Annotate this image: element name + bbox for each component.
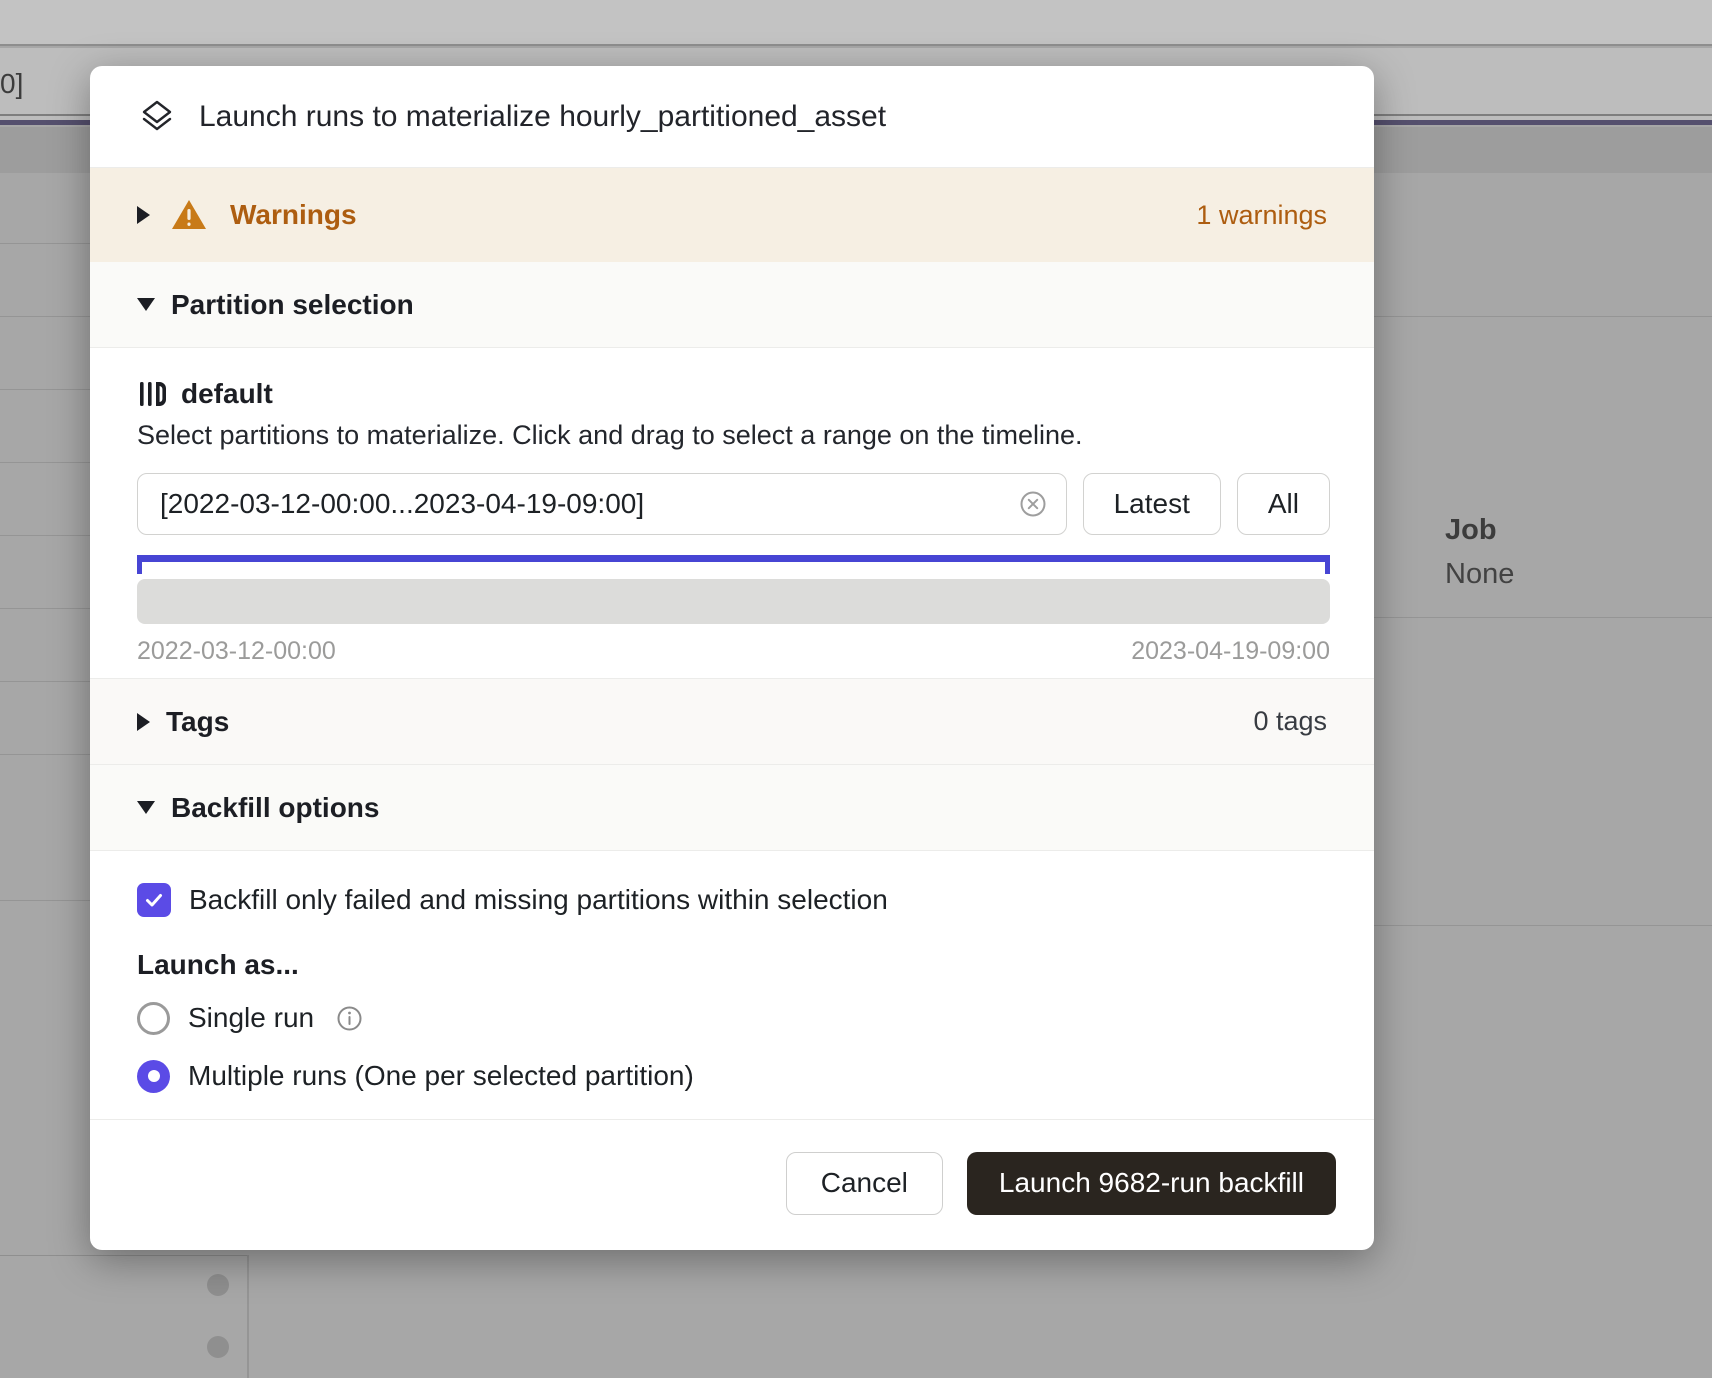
background-status-dot bbox=[207, 1336, 229, 1358]
background-status-dot bbox=[207, 1274, 229, 1296]
partition-dimension-row: default bbox=[137, 378, 1330, 410]
radio-checked-icon[interactable] bbox=[137, 1060, 170, 1093]
warnings-count: 1 warnings bbox=[1196, 200, 1327, 231]
dialog-footer: Cancel Launch 9682-run backfill bbox=[90, 1119, 1374, 1246]
backfill-options-body: Backfill only failed and missing partiti… bbox=[90, 851, 1374, 1119]
background-row-line bbox=[0, 681, 90, 682]
partition-range-input[interactable] bbox=[160, 488, 1018, 520]
radio-dot bbox=[148, 1070, 160, 1082]
background-column-divider bbox=[247, 1255, 249, 1378]
partition-dimension-name: default bbox=[181, 378, 273, 410]
backfill-checkbox-label: Backfill only failed and missing partiti… bbox=[189, 884, 888, 916]
timeline-start-label: 2022-03-12-00:00 bbox=[137, 637, 336, 666]
timeline-date-labels: 2022-03-12-00:00 2023-04-19-09:00 bbox=[137, 637, 1330, 666]
info-icon[interactable] bbox=[336, 1005, 363, 1032]
background-row-line bbox=[0, 535, 90, 536]
partition-selection-description: Select partitions to materialize. Click … bbox=[137, 420, 1330, 451]
timeline-end-label: 2023-04-19-09:00 bbox=[1131, 637, 1330, 666]
background-row-line bbox=[0, 243, 90, 244]
background-clipped-input-text: 0] bbox=[0, 68, 23, 100]
partition-range-field bbox=[137, 473, 1067, 535]
dialog-title: Launch runs to materialize hourly_partit… bbox=[199, 100, 886, 134]
background-row-line bbox=[1374, 617, 1712, 618]
background-job-column-label: Job bbox=[1445, 514, 1497, 547]
single-run-option[interactable]: Single run bbox=[137, 997, 1327, 1039]
partition-icon bbox=[137, 379, 167, 409]
background-row-line bbox=[1374, 925, 1712, 926]
launch-backfill-button[interactable]: Launch 9682-run backfill bbox=[967, 1152, 1336, 1215]
timeline-track[interactable] bbox=[137, 579, 1330, 624]
chevron-right-icon bbox=[137, 713, 150, 731]
checkbox-checked-icon[interactable] bbox=[137, 883, 171, 917]
background-row-line bbox=[1374, 316, 1712, 317]
multiple-runs-label: Multiple runs (One per selected partitio… bbox=[188, 1060, 694, 1092]
partition-selection-title: Partition selection bbox=[171, 289, 414, 321]
background-job-column-value: None bbox=[1445, 558, 1514, 591]
radio-unchecked-icon[interactable] bbox=[137, 1002, 170, 1035]
chevron-right-icon bbox=[137, 206, 150, 224]
launch-backfill-dialog: Launch runs to materialize hourly_partit… bbox=[90, 66, 1374, 1250]
background-row-line bbox=[0, 389, 90, 390]
materialize-layers-icon bbox=[137, 97, 177, 137]
tags-count: 0 tags bbox=[1253, 706, 1327, 737]
warnings-section-toggle[interactable]: Warnings 1 warnings bbox=[90, 168, 1374, 262]
multiple-runs-option[interactable]: Multiple runs (One per selected partitio… bbox=[137, 1055, 1327, 1097]
backfill-options-section-toggle[interactable]: Backfill options bbox=[90, 765, 1374, 851]
warning-triangle-icon bbox=[170, 198, 208, 232]
chevron-down-icon bbox=[137, 298, 155, 311]
tags-title: Tags bbox=[166, 706, 229, 738]
background-row-line bbox=[0, 900, 90, 901]
partition-selection-body: default Select partitions to materialize… bbox=[90, 348, 1374, 678]
clear-input-icon[interactable] bbox=[1018, 489, 1048, 519]
chevron-down-icon bbox=[137, 801, 155, 814]
background-row-line bbox=[0, 316, 90, 317]
all-button[interactable]: All bbox=[1237, 473, 1330, 535]
warnings-label: Warnings bbox=[230, 199, 357, 231]
background-row-line bbox=[0, 754, 90, 755]
partition-selection-section-toggle[interactable]: Partition selection bbox=[90, 262, 1374, 348]
background-row-line bbox=[0, 608, 90, 609]
dialog-header: Launch runs to materialize hourly_partit… bbox=[90, 66, 1374, 168]
backfill-failed-missing-option[interactable]: Backfill only failed and missing partiti… bbox=[137, 883, 1327, 917]
timeline-selection-bar[interactable] bbox=[137, 555, 1330, 562]
partition-range-row: Latest All bbox=[137, 473, 1330, 535]
cancel-button[interactable]: Cancel bbox=[786, 1152, 943, 1215]
latest-button[interactable]: Latest bbox=[1083, 473, 1221, 535]
backfill-options-title: Backfill options bbox=[171, 792, 379, 824]
single-run-label: Single run bbox=[188, 1002, 314, 1034]
launch-as-label: Launch as... bbox=[137, 949, 1327, 981]
background-top-band bbox=[0, 0, 1712, 46]
background-bottom-row-line bbox=[0, 1255, 249, 1256]
background-row-line bbox=[0, 462, 90, 463]
tags-section-toggle[interactable]: Tags 0 tags bbox=[90, 678, 1374, 765]
